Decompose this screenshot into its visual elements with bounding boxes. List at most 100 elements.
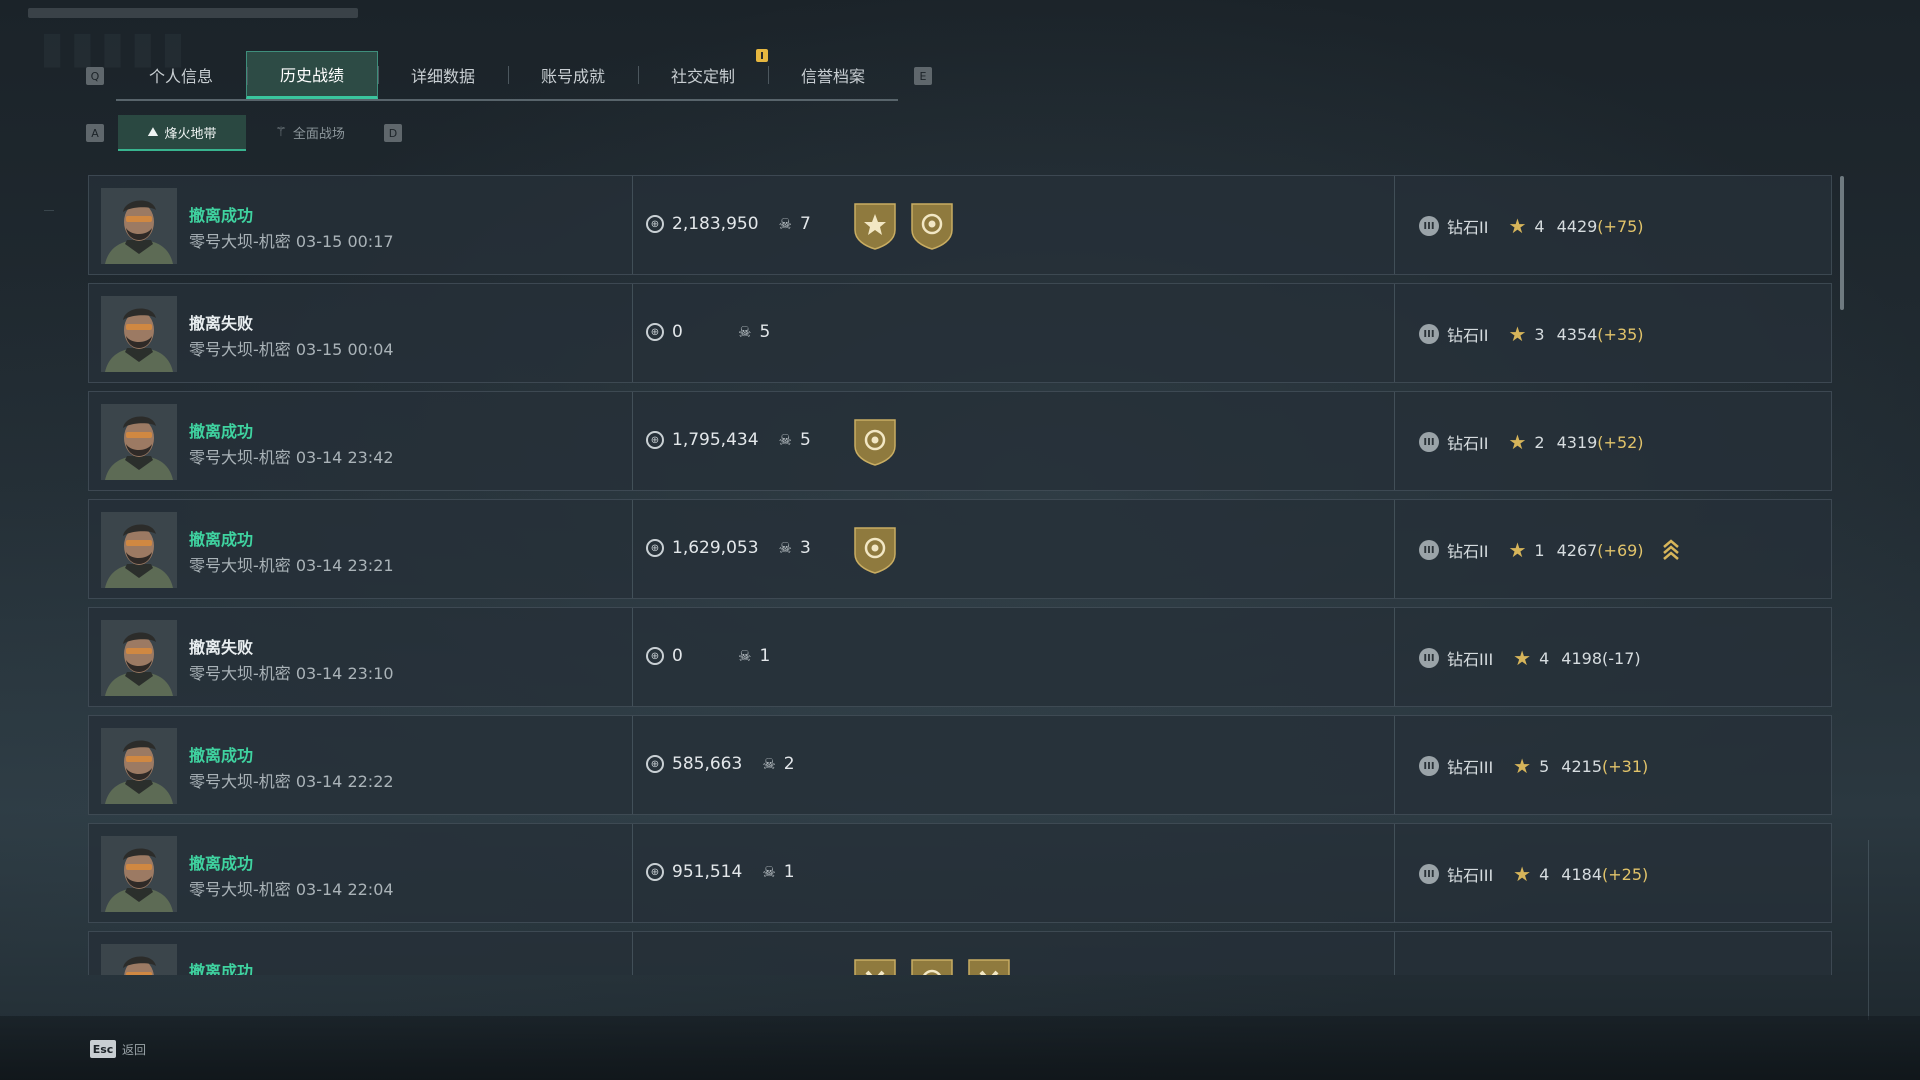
- kill-count: ☠ 2: [762, 754, 794, 774]
- column-divider: [1394, 932, 1395, 975]
- tab-1[interactable]: 个人信息: [116, 51, 246, 99]
- medal-badge-icon[interactable]: [852, 524, 898, 574]
- rank-name: 钻石III: [1447, 866, 1494, 885]
- tab-label: 历史战绩: [279, 66, 344, 85]
- coin-icon: ⊕: [646, 863, 664, 881]
- match-row[interactable]: 撤离成功 零号大坝-机密 03-14 23:42 ⊕ 1,795,434 ☠ 5 III 钻石…: [88, 391, 1832, 491]
- tab-6[interactable]: 信誉档案: [768, 51, 898, 99]
- bottom-bar: [0, 1016, 1920, 1080]
- next-subtab-key-hint[interactable]: D: [384, 124, 402, 142]
- star-count: 1: [1534, 540, 1545, 560]
- rank-info: III 钻石II ★ 4 4429(+75): [1419, 214, 1644, 238]
- kill-number: 5: [759, 322, 771, 342]
- column-divider: [1394, 716, 1395, 814]
- prev-tab-key-hint[interactable]: Q: [86, 67, 104, 85]
- star-count: 4: [1534, 216, 1545, 236]
- score-delta: (+31): [1602, 756, 1649, 776]
- subtab-1[interactable]: ⛰ 烽火地带: [118, 115, 246, 151]
- medal-badge-icon[interactable]: [909, 200, 955, 250]
- tab-3[interactable]: 详细数据: [378, 51, 508, 99]
- rank-info: III 钻石III ★ 4 4184(+25): [1419, 862, 1648, 886]
- rank-score: 4267(+69): [1557, 541, 1644, 560]
- rank-icon: III: [1419, 864, 1439, 884]
- rank-score: 4354(+35): [1557, 325, 1644, 344]
- mountain-icon: ⛰: [147, 124, 159, 140]
- column-divider: [1394, 284, 1395, 382]
- loot-value: ⊕ 585,663 ☠ 2: [646, 754, 795, 774]
- tab-label: 详细数据: [410, 67, 475, 86]
- rank-score: 4215(+31): [1561, 757, 1648, 776]
- medal-badge-icon[interactable]: [909, 956, 955, 975]
- star-icon: ★: [1508, 322, 1527, 346]
- rank-score: 4198(-17): [1561, 649, 1640, 668]
- column-divider: [632, 392, 633, 490]
- operator-avatar: [101, 188, 177, 264]
- column-divider: [632, 608, 633, 706]
- extraction-status: 撤离成功: [189, 962, 254, 975]
- star-icon: ★: [1513, 646, 1532, 670]
- back-label: 返回: [122, 1042, 147, 1057]
- top-tab-bar: Q 个人信息 历史战绩 详细数据 账号成就 社交定制 信誉档案 E: [86, 49, 932, 101]
- match-row[interactable]: 撤离失败 零号大坝-机密 03-15 00:04 ⊕ 0 ☠ 5 III 钻石II ★ 3 4354…: [88, 283, 1832, 383]
- score-value: 4198: [1561, 648, 1603, 668]
- rank-score: 4319(+52): [1557, 433, 1644, 452]
- match-row[interactable]: 撤离失败 零号大坝-机密 03-14 23:10 ⊕ 0 ☠ 1 III 钻石III ★ 4 419…: [88, 607, 1832, 707]
- match-row[interactable]: 撤离成功: [88, 931, 1832, 975]
- subtab-label: 烽火地带: [164, 126, 217, 142]
- rank-name: 钻石II: [1447, 434, 1489, 453]
- score-value: 4354: [1556, 324, 1598, 344]
- coin-icon: ⊕: [646, 539, 664, 557]
- operator-avatar: [101, 728, 177, 804]
- rank-score: 4184(+25): [1561, 865, 1648, 884]
- match-row[interactable]: 撤离成功 零号大坝-机密 03-14 22:22 ⊕ 585,663 ☠ 2 III 钻石II…: [88, 715, 1832, 815]
- subtab-label: 全面战场: [292, 126, 345, 142]
- rank-name: 钻石III: [1447, 758, 1494, 777]
- score-value: 4429: [1556, 216, 1598, 236]
- operator-avatar: [101, 296, 177, 372]
- skull-icon: ☠: [738, 323, 752, 341]
- map-and-time: 零号大坝-机密 03-14 22:22: [189, 772, 394, 791]
- tab-2[interactable]: 历史战绩: [246, 51, 378, 99]
- kill-number: 2: [783, 754, 795, 774]
- score-delta: (+35): [1597, 324, 1644, 344]
- back-button[interactable]: Esc 返回: [90, 1040, 146, 1058]
- medal-badge-icon[interactable]: [852, 416, 898, 466]
- frame-decoration: [44, 210, 54, 211]
- tab-4[interactable]: 账号成就: [508, 51, 638, 99]
- loot-value: ⊕ 0 ☠ 1: [646, 646, 770, 666]
- rank-info: III 钻石II ★ 2 4319(+52): [1419, 430, 1644, 454]
- rank-icon: III: [1419, 216, 1439, 236]
- loot-amount: 2,183,950: [672, 214, 759, 234]
- column-divider: [1394, 608, 1395, 706]
- tab-label: 账号成就: [540, 67, 605, 86]
- top-tabs: 个人信息 历史战绩 详细数据 账号成就 社交定制 信誉档案: [116, 49, 898, 101]
- coin-icon: ⊕: [646, 323, 664, 341]
- score-value: 4184: [1561, 864, 1603, 884]
- match-row[interactable]: 撤离成功 零号大坝-机密 03-15 00:17 ⊕ 2,183,950 ☠ 7 III 钻石…: [88, 175, 1832, 275]
- rank-info: III 钻石III ★ 5 4215(+31): [1419, 754, 1648, 778]
- rank-icon: III: [1419, 324, 1439, 344]
- skull-icon: ☠: [738, 647, 752, 665]
- prev-subtab-key-hint[interactable]: A: [86, 124, 104, 142]
- match-row[interactable]: 撤离成功 零号大坝-机密 03-14 22:04 ⊕ 951,514 ☠ 1 III 钻石II…: [88, 823, 1832, 923]
- extraction-status: 撤离成功: [189, 854, 254, 873]
- skull-icon: ☠: [778, 539, 792, 557]
- star-icon: ★: [1513, 754, 1532, 778]
- next-tab-key-hint[interactable]: E: [914, 67, 932, 85]
- rank-icon: III: [1419, 540, 1439, 560]
- loot-value: ⊕ 1,795,434 ☠ 5: [646, 430, 811, 450]
- rank-name: 钻石II: [1447, 218, 1489, 237]
- rank-info: III 钻石II ★ 1 4267(+69): [1419, 538, 1680, 562]
- match-history-list[interactable]: 撤离成功 零号大坝-机密 03-15 00:17 ⊕ 2,183,950 ☠ 7 III 钻石…: [88, 175, 1832, 975]
- tab-5[interactable]: 社交定制: [638, 49, 768, 99]
- loot-amount: 1,795,434: [672, 430, 759, 450]
- subtab-2[interactable]: ⚚ 全面战场: [246, 115, 374, 149]
- kill-number: 3: [799, 538, 811, 558]
- operator-avatar: [101, 836, 177, 912]
- star-badge-icon[interactable]: [852, 200, 898, 250]
- cross-badge-icon[interactable]: [966, 956, 1012, 975]
- cross-badge-icon[interactable]: [852, 956, 898, 975]
- score-delta: (+75): [1597, 216, 1644, 236]
- match-row[interactable]: 撤离成功 零号大坝-机密 03-14 23:21 ⊕ 1,629,053 ☠ 3 III 钻石…: [88, 499, 1832, 599]
- list-scrollbar[interactable]: [1840, 176, 1844, 310]
